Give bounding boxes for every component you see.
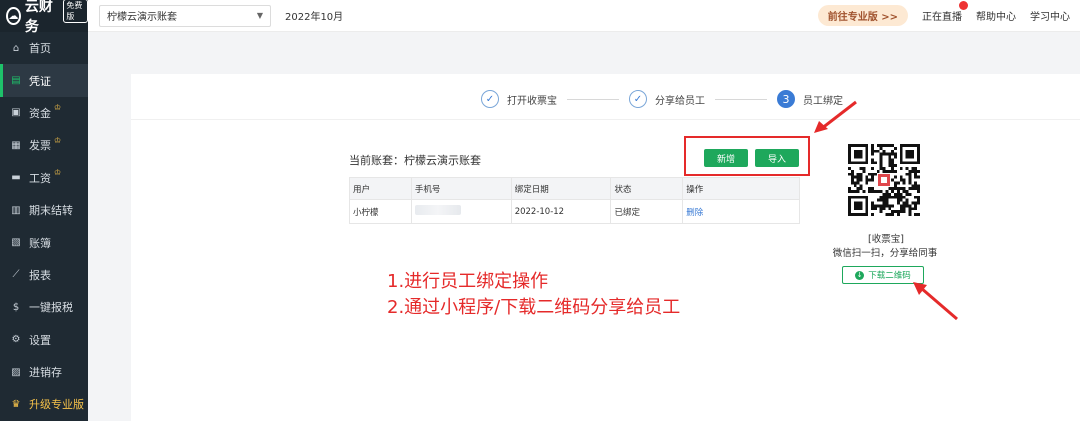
live-badge-icon: [959, 1, 968, 10]
import-button[interactable]: 导入: [755, 149, 799, 167]
step-share: ✓ 分享给员工: [629, 90, 705, 108]
salary-icon: ▬: [11, 172, 21, 184]
step-progress: ✓ 打开收票宝 ✓ 分享给员工 3 员工绑定: [481, 87, 843, 111]
download-icon: ↓: [855, 270, 865, 280]
tax-icon: $: [12, 301, 20, 313]
sidebar-item[interactable]: ▣ 资金 ♔: [0, 97, 88, 129]
sidebar-item-label: 工资: [29, 171, 51, 185]
sidebar-item[interactable]: ⌂ 首页: [0, 32, 88, 64]
step-label: 打开收票宝: [507, 95, 557, 107]
live-link-label: 正在直播: [922, 12, 962, 23]
download-qr-label: 下载二维码: [868, 271, 911, 281]
add-button[interactable]: 新增: [704, 149, 748, 167]
pro-crown-icon: ♔: [54, 103, 62, 113]
learning-center-link[interactable]: 学习中心: [1030, 8, 1070, 23]
live-link[interactable]: 正在直播: [922, 1, 968, 23]
qr-code-icon: [848, 144, 920, 216]
invoice-icon: ▦: [11, 139, 21, 151]
inventory-icon: ▨: [11, 366, 21, 378]
employee-table: 用户 手机号 绑定日期 状态 操作 小柠檬 2022-10-12 已绑定 删除: [349, 177, 800, 224]
cloud-logo-icon: ☁: [6, 7, 21, 25]
table-header-row: 用户 手机号 绑定日期 状态 操作: [349, 177, 800, 200]
sidebar-item[interactable]: ⟋ 报表: [0, 259, 88, 291]
chevron-down-icon: ▼: [256, 11, 263, 20]
annotation-arrow-icon: [913, 282, 958, 321]
top-bar: 柠檬云演示账套 ▼ 2022年10月 前往专业版 >> 正在直播 帮助中心 学习…: [88, 0, 1080, 32]
sidebar-item[interactable]: ♛ 升级专业版: [0, 388, 88, 420]
delete-link[interactable]: 删除: [686, 208, 703, 218]
step-open-receipt: ✓ 打开收票宝: [481, 90, 557, 108]
free-edition-badge: 免费版: [63, 0, 88, 23]
period-close-icon: ▥: [11, 204, 21, 216]
sidebar-item-label: 升级专业版: [29, 398, 84, 412]
top-right-links: 前往专业版 >> 正在直播 帮助中心 学习中心: [817, 1, 1080, 26]
content-card: ✓ 打开收票宝 ✓ 分享给员工 3 员工绑定 当前账套：柠檬云演示账套 新增 导…: [131, 74, 1080, 421]
column-header: 手机号: [411, 177, 512, 200]
step-number: 3: [777, 90, 795, 108]
qr-caption-desc: 微信扫一扫，分享给同事: [832, 248, 938, 259]
sidebar-item[interactable]: ▨ 进销存: [0, 356, 88, 388]
home-icon: ⌂: [12, 42, 20, 54]
annotation-arrow-icon: [814, 100, 857, 133]
voucher-icon: ▤: [11, 75, 21, 87]
ledger-icon: ▧: [11, 237, 21, 249]
column-header: 用户: [349, 177, 412, 200]
sidebar-item-label: 账簿: [29, 236, 51, 250]
cell-phone: [411, 199, 512, 224]
help-center-link[interactable]: 帮助中心: [976, 8, 1016, 23]
sidebar-item-label: 设置: [29, 333, 51, 347]
sidebar: ☁ 云财务 免费版 ⌂ 首页 ▤ 凭证 ▣ 资金 ♔ ▦ 发票 ♔ ▬ 工资 ♔ ▥ 期末结转 ▧ 账簿 ⟋ 报表 $…: [0, 0, 88, 421]
crown-icon: ♛: [11, 398, 21, 410]
sidebar-item[interactable]: $ 一键报税: [0, 291, 88, 323]
cell-action: 删除: [682, 199, 800, 224]
brand[interactable]: ☁ 云财务 免费版: [0, 0, 88, 35]
pro-crown-icon: ♔: [54, 135, 62, 145]
sidebar-item-label: 期末结转: [29, 204, 73, 218]
column-header: 操作: [682, 177, 800, 200]
annotation-line-1: 1.进行员工绑定操作: [387, 271, 549, 292]
go-pro-button[interactable]: 前往专业版 >>: [817, 5, 908, 26]
sidebar-item-label: 进销存: [29, 366, 62, 380]
fund-icon: ▣: [11, 107, 21, 119]
sidebar-item[interactable]: ▤ 凭证: [0, 64, 88, 98]
step-connector: [567, 98, 619, 100]
sidebar-item-label: 资金: [29, 106, 51, 120]
check-icon: ✓: [629, 90, 647, 108]
current-account-label: 当前账套：柠檬云演示账套: [349, 154, 481, 167]
sidebar-nav: ⌂ 首页 ▤ 凭证 ▣ 资金 ♔ ▦ 发票 ♔ ▬ 工资 ♔ ▥ 期末结转 ▧ 账簿 ⟋ 报表 $ 一键报税 ⚙ 设置 ▨ 进销…: [0, 32, 88, 421]
cell-status: 已绑定: [610, 199, 684, 224]
divider: [131, 119, 1080, 120]
sidebar-item-label: 报表: [29, 268, 51, 282]
sidebar-item-label: 凭证: [29, 74, 51, 88]
sidebar-item-label: 首页: [29, 42, 51, 56]
table-row: 小柠檬 2022-10-12 已绑定 删除: [349, 199, 800, 224]
qr-caption-title: [收票宝]: [868, 234, 904, 245]
sidebar-item-label: 发票: [29, 139, 51, 153]
step-connector: [715, 98, 767, 100]
pro-crown-icon: ♔: [54, 168, 62, 178]
column-header: 状态: [610, 177, 684, 200]
account-select[interactable]: 柠檬云演示账套 ▼: [99, 4, 271, 27]
sidebar-item[interactable]: ▥ 期末结转: [0, 194, 88, 226]
cell-date: 2022-10-12: [511, 199, 612, 224]
cell-user: 小柠檬: [349, 199, 412, 224]
sidebar-item-label: 一键报税: [29, 301, 73, 315]
annotation-line-2: 2.通过小程序/下载二维码分享给员工: [387, 297, 681, 318]
sidebar-item[interactable]: ▧ 账簿: [0, 226, 88, 258]
sidebar-item[interactable]: ▬ 工资 ♔: [0, 162, 88, 194]
column-header: 绑定日期: [511, 177, 612, 200]
check-icon: ✓: [481, 90, 499, 108]
period-label: 2022年10月: [285, 12, 344, 23]
sidebar-item[interactable]: ▦ 发票 ♔: [0, 129, 88, 161]
sidebar-item[interactable]: ⚙ 设置: [0, 324, 88, 356]
report-icon: ⟋: [12, 269, 20, 281]
account-select-value: 柠檬云演示账套: [107, 12, 177, 23]
brand-name: 云财务: [24, 0, 53, 35]
settings-icon: ⚙: [11, 334, 21, 346]
redacted-phone: [414, 205, 461, 215]
step-label: 分享给员工: [655, 95, 705, 107]
annotation-note: 1.进行员工绑定操作 2.通过小程序/下载二维码分享给员工: [387, 269, 680, 321]
